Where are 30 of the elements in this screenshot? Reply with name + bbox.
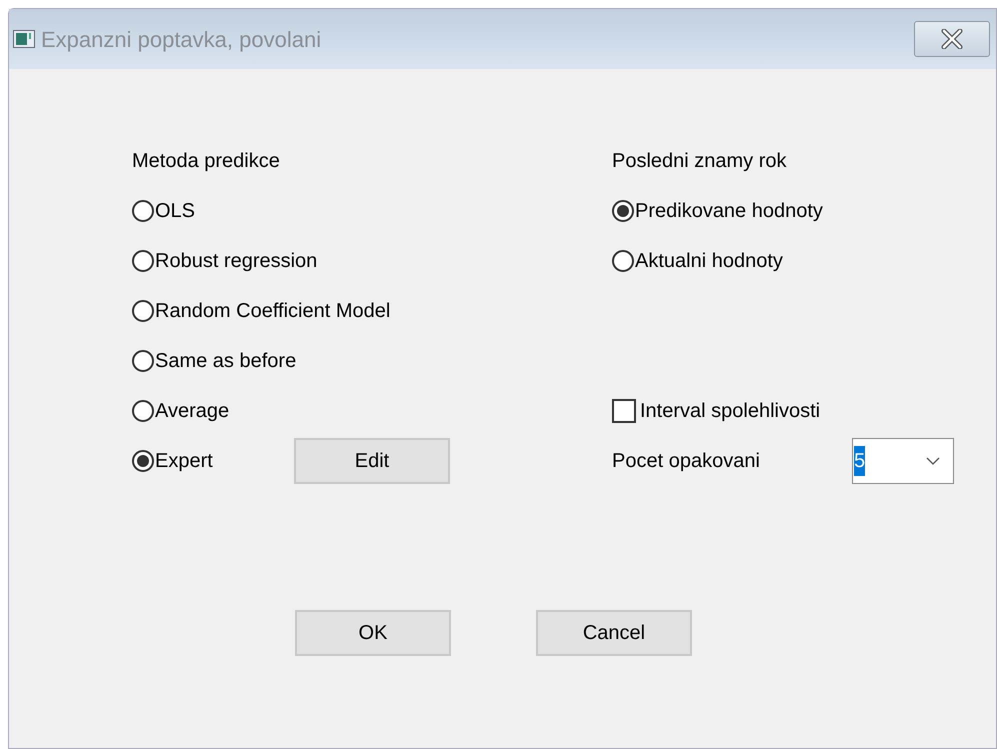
group-heading: Posledni znamy rok (612, 149, 787, 174)
radio-button[interactable] (612, 200, 634, 222)
window-title: Expanzni poptavka, povolani (41, 26, 322, 54)
radio-label: Predikovane hodnoty (635, 199, 823, 224)
close-icon (940, 29, 964, 49)
radio-label: Robust regression (155, 249, 318, 274)
group-heading: Metoda predikce (132, 149, 280, 174)
field-label: Pocet opakovani (612, 449, 761, 474)
close-button[interactable] (914, 21, 990, 57)
chevron-down-icon (926, 457, 940, 465)
checkbox-label: Interval spolehlivosti (640, 399, 820, 424)
radio-button[interactable] (612, 250, 634, 272)
radio-label: Same as before (155, 349, 296, 374)
radio-button[interactable] (132, 300, 154, 322)
radio-button[interactable] (132, 200, 154, 222)
radio-button[interactable] (132, 450, 154, 472)
radio-label: Average (155, 399, 230, 424)
repetitions-dropdown[interactable]: 5 (852, 438, 954, 484)
radio-button[interactable] (132, 350, 154, 372)
dialog-button[interactable]: OK (295, 610, 451, 656)
app-icon (13, 30, 35, 48)
checkbox[interactable] (612, 399, 636, 423)
radio-label: Random Coefficient Model (155, 299, 390, 324)
radio-label: Expert (155, 449, 213, 474)
radio-button[interactable] (132, 400, 154, 422)
radio-label: Aktualni hodnoty (635, 249, 783, 274)
edit-button[interactable]: Edit (294, 438, 450, 484)
radio-label: OLS (155, 199, 196, 224)
dialog-button[interactable]: Cancel (536, 610, 692, 656)
radio-button[interactable] (132, 250, 154, 272)
